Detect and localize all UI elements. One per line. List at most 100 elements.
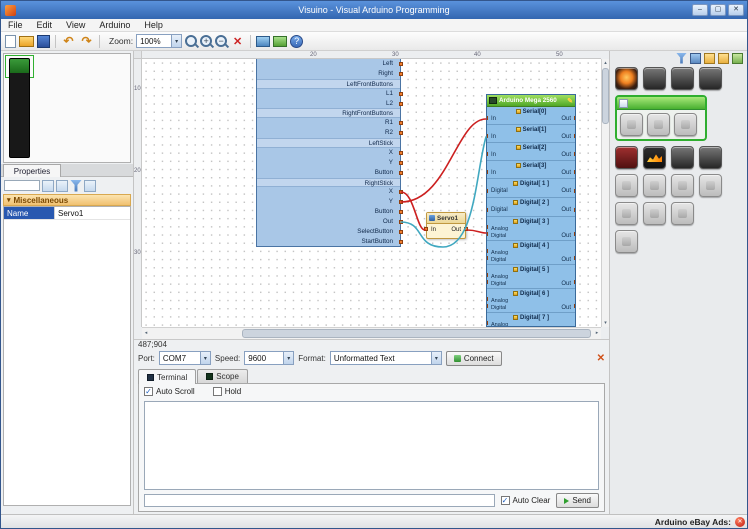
close-ad-icon[interactable]: ✕ — [735, 517, 745, 527]
settings-icon[interactable] — [84, 180, 96, 192]
open-project-icon[interactable] — [19, 36, 34, 47]
out-pin[interactable] — [574, 152, 576, 156]
analog-in-pin[interactable] — [486, 321, 488, 325]
disconnect-icon[interactable]: ✕ — [597, 353, 605, 364]
wire[interactable] — [467, 230, 486, 233]
zoom-select[interactable]: 100% ▾ — [136, 34, 182, 48]
output-pin[interactable] — [399, 240, 403, 244]
menu-item-help[interactable]: Help — [137, 19, 170, 32]
component-icon-dark[interactable] — [699, 146, 722, 169]
checkbox-icon[interactable] — [213, 387, 222, 396]
category-miscellaneous[interactable]: ▾ Miscellaneous — [3, 194, 131, 206]
maximize-button[interactable]: ▢ — [710, 4, 726, 16]
auto-clear-checkbox[interactable]: ✓ Auto Clear — [501, 496, 551, 505]
analog-in-pin[interactable] — [486, 297, 488, 301]
component-icon-gray[interactable] — [699, 174, 722, 197]
output-pin[interactable] — [399, 121, 403, 125]
delete-icon[interactable] — [230, 34, 245, 49]
component-icon-gray[interactable] — [620, 113, 643, 136]
upload-icon[interactable] — [273, 36, 287, 47]
checkbox-icon[interactable]: ✓ — [144, 387, 153, 396]
zoom-out-icon[interactable] — [215, 35, 227, 47]
component-icon-gray[interactable] — [674, 113, 697, 136]
output-pin[interactable] — [399, 230, 403, 234]
component-icon-gray[interactable] — [643, 174, 666, 197]
output-pin[interactable] — [399, 171, 403, 175]
design-canvas[interactable]: LeftRightLeftFrontButtonsL1L2RightFrontB… — [142, 59, 601, 327]
output-pin[interactable] — [399, 220, 403, 224]
menu-item-view[interactable]: View — [59, 19, 92, 32]
new-file-icon[interactable] — [5, 35, 16, 48]
checkbox-icon[interactable]: ✓ — [501, 496, 510, 505]
component-icon-gray[interactable] — [647, 113, 670, 136]
arduino-component[interactable]: Arduino Mega 2560 ✎ Serial[0]InOutSerial… — [486, 94, 576, 327]
property-row[interactable]: NameServo1 — [4, 207, 130, 220]
undo-icon[interactable] — [61, 34, 76, 49]
redo-icon[interactable] — [79, 34, 94, 49]
menu-item-file[interactable]: File — [1, 19, 30, 32]
component-icon-chart[interactable] — [643, 146, 666, 169]
title-bar[interactable]: Visuino - Visual Arduino Programming –▢✕ — [1, 1, 747, 19]
compile-icon[interactable] — [256, 36, 270, 47]
menu-item-arduino[interactable]: Arduino — [92, 19, 137, 32]
alphabetical-icon[interactable] — [56, 180, 68, 192]
component-icon-red[interactable] — [615, 146, 638, 169]
component-icon-gray[interactable] — [671, 202, 694, 225]
output-pin[interactable] — [399, 131, 403, 135]
hold-checkbox[interactable]: Hold — [213, 387, 241, 396]
tab-scope[interactable]: Scope — [197, 369, 248, 383]
analog-in-pin[interactable] — [486, 225, 488, 229]
out-pin[interactable] — [574, 304, 576, 308]
digital-in-pin[interactable] — [486, 232, 488, 236]
scroll-down-icon[interactable]: ▾ — [602, 319, 609, 327]
in-pin[interactable] — [486, 189, 488, 193]
output-pin[interactable] — [399, 210, 403, 214]
servo-component[interactable]: Servo1 In Out — [426, 212, 466, 239]
output-pin[interactable] — [399, 161, 403, 165]
scroll-left-icon[interactable]: ◂ — [142, 328, 150, 339]
terminal-output[interactable] — [144, 401, 599, 490]
scroll-up-icon[interactable]: ▴ — [602, 59, 609, 67]
in-pin[interactable] — [486, 116, 488, 120]
output-pin[interactable] — [399, 62, 403, 66]
close-button[interactable]: ✕ — [728, 4, 744, 16]
out-pin[interactable] — [574, 256, 576, 260]
digital-in-pin[interactable] — [486, 304, 488, 308]
analog-in-pin[interactable] — [486, 249, 488, 253]
connect-button[interactable]: Connect — [446, 351, 502, 366]
output-pin[interactable] — [399, 190, 403, 194]
vertical-scrollbar[interactable]: ▴ ▾ — [601, 59, 609, 327]
output-pin[interactable] — [399, 200, 403, 204]
arduino-board-thumbnail[interactable] — [9, 58, 30, 158]
analog-in-pin[interactable] — [486, 273, 488, 277]
port-select[interactable]: COM7 ▾ — [159, 351, 211, 365]
out-pin[interactable] — [574, 134, 576, 138]
scrollbar-thumb[interactable] — [602, 68, 609, 124]
zoom-fit-icon[interactable] — [185, 35, 197, 47]
component-icon-dark[interactable] — [699, 67, 722, 90]
wire[interactable] — [401, 119, 486, 202]
minimize-button[interactable]: – — [692, 4, 708, 16]
send-button[interactable]: Send — [556, 493, 599, 508]
folder-icon[interactable] — [704, 53, 715, 64]
component-icon-dark[interactable] — [671, 146, 694, 169]
component-icon-gray[interactable] — [643, 202, 666, 225]
folder-add-icon[interactable] — [718, 53, 729, 64]
component-icon-gray[interactable] — [615, 202, 638, 225]
out-pin[interactable] — [574, 280, 576, 284]
in-pin[interactable] — [486, 170, 488, 174]
servo-in-pin[interactable] — [424, 227, 428, 231]
format-select[interactable]: Unformatted Text ▾ — [330, 351, 442, 365]
output-pin[interactable] — [399, 72, 403, 76]
output-pin[interactable] — [399, 92, 403, 96]
filter-icon[interactable] — [70, 180, 82, 192]
categorized-icon[interactable] — [42, 180, 54, 192]
component-icon-gray[interactable] — [615, 230, 638, 253]
out-pin[interactable] — [574, 208, 576, 212]
save-icon[interactable] — [37, 35, 50, 48]
in-pin[interactable] — [486, 208, 488, 212]
component-icon-gray[interactable] — [615, 174, 638, 197]
in-pin[interactable] — [486, 152, 488, 156]
component-icon-power[interactable] — [615, 67, 638, 90]
component-icon-dark[interactable] — [643, 67, 666, 90]
